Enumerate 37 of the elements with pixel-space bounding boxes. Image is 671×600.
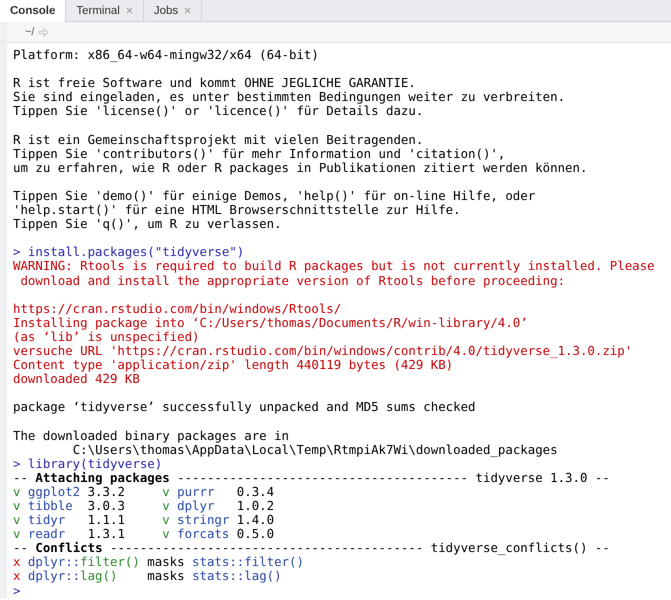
console-line: Sie sind eingeladen, es unter bestimmten Bedingungen weiter zu verbreiten. <box>13 90 566 104</box>
console-line: Tippen Sie 'license()' or 'licence()' für Details dazu. <box>13 104 424 118</box>
console-line: https://cran.rstudio.com/bin/windows/Rtools/ <box>13 302 342 316</box>
console-line: Content type 'application/zip' length 440119 bytes (429 KB) <box>13 358 454 372</box>
console-line: um zu erfahren, wie R oder R packages in Publikationen zitiert werden können. <box>13 160 588 175</box>
console-line: Installing package into ‘C:/Users/thomas/Documents/R/win-library/4.0’ <box>13 316 529 330</box>
console-line: -- Attaching packages --------------------------------------- tidyverse 1.3.0 -- <box>13 470 611 485</box>
console-line: R ist ein Gemeinschaftsprojekt mit vielen Beitragenden. <box>13 132 424 147</box>
console-line: x dplyr::lag() masks stats::lag() <box>13 569 283 584</box>
console-line: v tibble 3.0.3 v dplyr 1.0.2 <box>13 499 276 514</box>
close-icon[interactable] <box>126 7 133 14</box>
console-line: Tippen Sie 'q()', um R zu verlassen. <box>13 217 283 232</box>
console-line: > install.packages("tidyverse") <box>13 245 246 260</box>
working-directory: ~/ <box>25 26 34 38</box>
console-tab[interactable]: Console <box>0 0 66 22</box>
console-line: (as ‘lib’ is unspecified) <box>13 330 200 344</box>
console-line: Tippen Sie 'contributors()' für mehr Information und 'citation()', <box>13 146 506 161</box>
console-line: R ist freie Software und kommt OHNE JEGLICHE GARANTIE. <box>13 76 417 90</box>
console-line: v tidyr 1.1.1 v stringr 1.4.0 <box>13 513 276 528</box>
console-line: x dplyr::filter() masks stats::filter() <box>13 555 305 570</box>
arrow-icon[interactable] <box>38 28 50 36</box>
console-line: Tippen Sie 'demo()' für einige Demos, 'help()' für on-line Hilfe, oder <box>13 188 536 204</box>
console-line: WARNING: Rtools is required to build R packages but is not currently installed. Please <box>13 259 656 274</box>
console-line: > <box>13 584 22 598</box>
console-line: v ggplot2 3.3.2 v purrr 0.3.4 <box>13 484 276 499</box>
console-line: 'help.start()' für eine HTML Browserschnittstelle zur Hilfe. <box>13 203 462 218</box>
console-line: v readr 1.3.1 v forcats 0.5.0 <box>13 527 276 542</box>
console-line: -- Conflicts ------------------------------------------ tidyverse_conflicts() -- <box>13 541 611 556</box>
close-icon[interactable] <box>184 7 192 14</box>
console-line: package ‘tidyverse’ successfully unpacked and MD5 sums checked <box>13 400 477 414</box>
console-line: download and install the appropriate version of Rtools before proceeding: <box>19 274 566 288</box>
console-line: C:\Users\thomas\AppData\Local\Temp\RtmpiAk7Wi\downloaded_packages <box>72 442 559 457</box>
console-line: > library(tidyverse) <box>13 456 162 471</box>
console-line: versuche URL 'https://cran.rstudio.com/bin/windows/contrib/4.0/tidyverse_1.3.0.zip' <box>13 344 634 358</box>
console-line: Platform: x86_64-w64-mingw32/x64 (64-bit) <box>13 48 320 62</box>
console-line: downloaded 429 KB <box>13 372 140 386</box>
console-line: The downloaded binary packages are in <box>13 428 290 443</box>
